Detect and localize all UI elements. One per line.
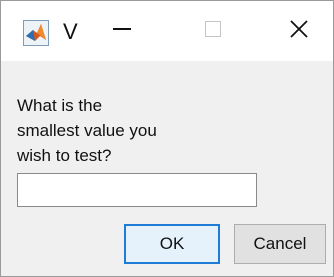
maximize-button[interactable] xyxy=(187,9,239,53)
minimize-icon xyxy=(112,19,132,44)
answer-input[interactable] xyxy=(17,173,257,207)
input-dialog-window: V What is the smallest value you wish to… xyxy=(0,0,334,277)
matlab-logo-icon xyxy=(23,20,49,46)
close-icon xyxy=(288,18,310,45)
ok-button[interactable]: OK xyxy=(124,224,220,264)
window-title: V xyxy=(63,19,78,44)
minimize-button[interactable] xyxy=(96,9,148,53)
prompt-label: What is the smallest value you wish to t… xyxy=(17,96,157,165)
cancel-button[interactable]: Cancel xyxy=(234,224,326,264)
maximize-icon xyxy=(203,19,223,44)
dialog-body: What is the smallest value you wish to t… xyxy=(1,61,333,276)
title-bar[interactable]: V xyxy=(1,1,333,61)
close-button[interactable] xyxy=(273,9,325,53)
